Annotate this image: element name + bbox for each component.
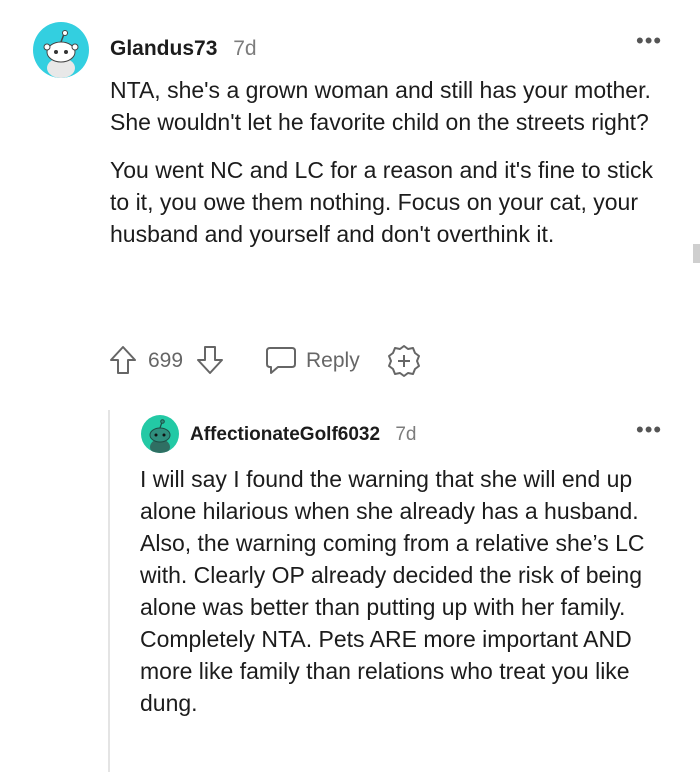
snoo-avatar-icon [43,30,79,78]
more-options-icon[interactable]: ••• [636,30,662,52]
upvote-icon[interactable] [108,344,138,376]
snoo-avatar-icon [149,419,171,453]
reply-header: AffectionateGolf6032 7d [190,423,416,447]
reply-age: 7d [395,424,417,445]
reply-button[interactable]: Reply [264,342,374,378]
award-icon[interactable] [387,344,421,378]
scrollbar-thumb[interactable] [693,244,700,263]
thread-line[interactable] [108,410,110,772]
reply-username[interactable]: AffectionateGolf6032 [190,424,380,445]
comment-age: 7d [233,37,257,60]
more-options-icon[interactable]: ••• [636,419,662,441]
comment-paragraph: NTA, she's a grown woman and still has y… [110,77,651,135]
comment-body: NTA, she's a grown woman and still has y… [110,74,670,250]
vote-score: 699 [148,349,184,372]
avatar[interactable] [33,22,89,78]
reply-icon [266,347,296,374]
reply-body: I will say I found the warning that she … [140,466,645,716]
avatar[interactable] [141,415,179,453]
comment-header: Glandus73 7d [110,36,257,62]
comment-username[interactable]: Glandus73 [110,37,217,60]
downvote-icon[interactable] [195,344,225,376]
reply-label: Reply [306,349,360,372]
comment-paragraph: You went NC and LC for a reason and it's… [110,157,654,247]
